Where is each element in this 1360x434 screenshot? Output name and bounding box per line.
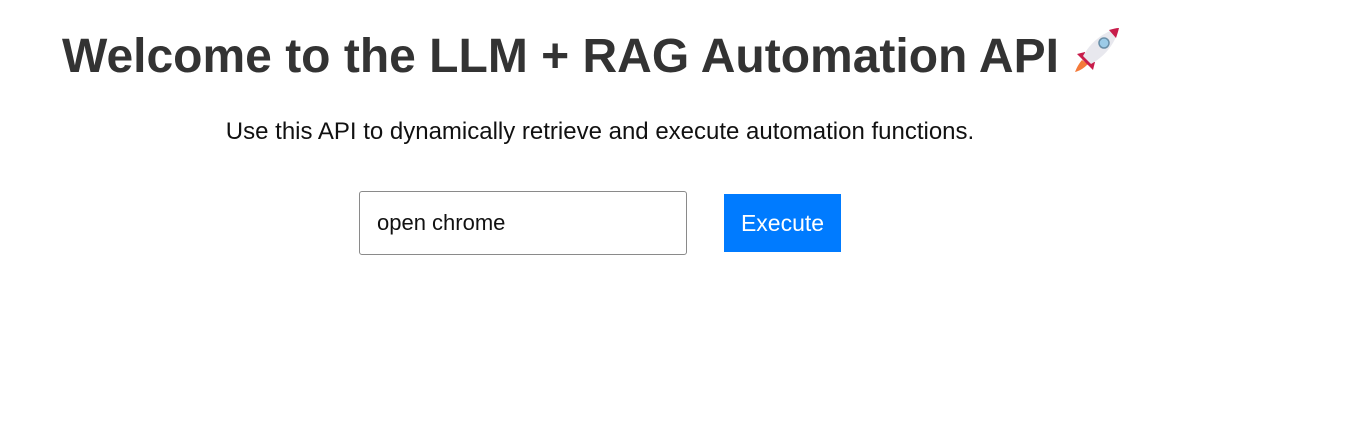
page-title: Welcome to the LLM + RAG Automation API [62, 28, 1123, 91]
execute-button[interactable]: Execute [724, 194, 841, 252]
page-title-text: Welcome to the LLM + RAG Automation API [62, 30, 1059, 84]
page-subtitle: Use this API to dynamically retrieve and… [225, 118, 975, 145]
page: Welcome to the LLM + RAG Automation API … [0, 0, 1200, 434]
command-input[interactable] [359, 191, 687, 255]
rocket-icon [1073, 24, 1123, 87]
